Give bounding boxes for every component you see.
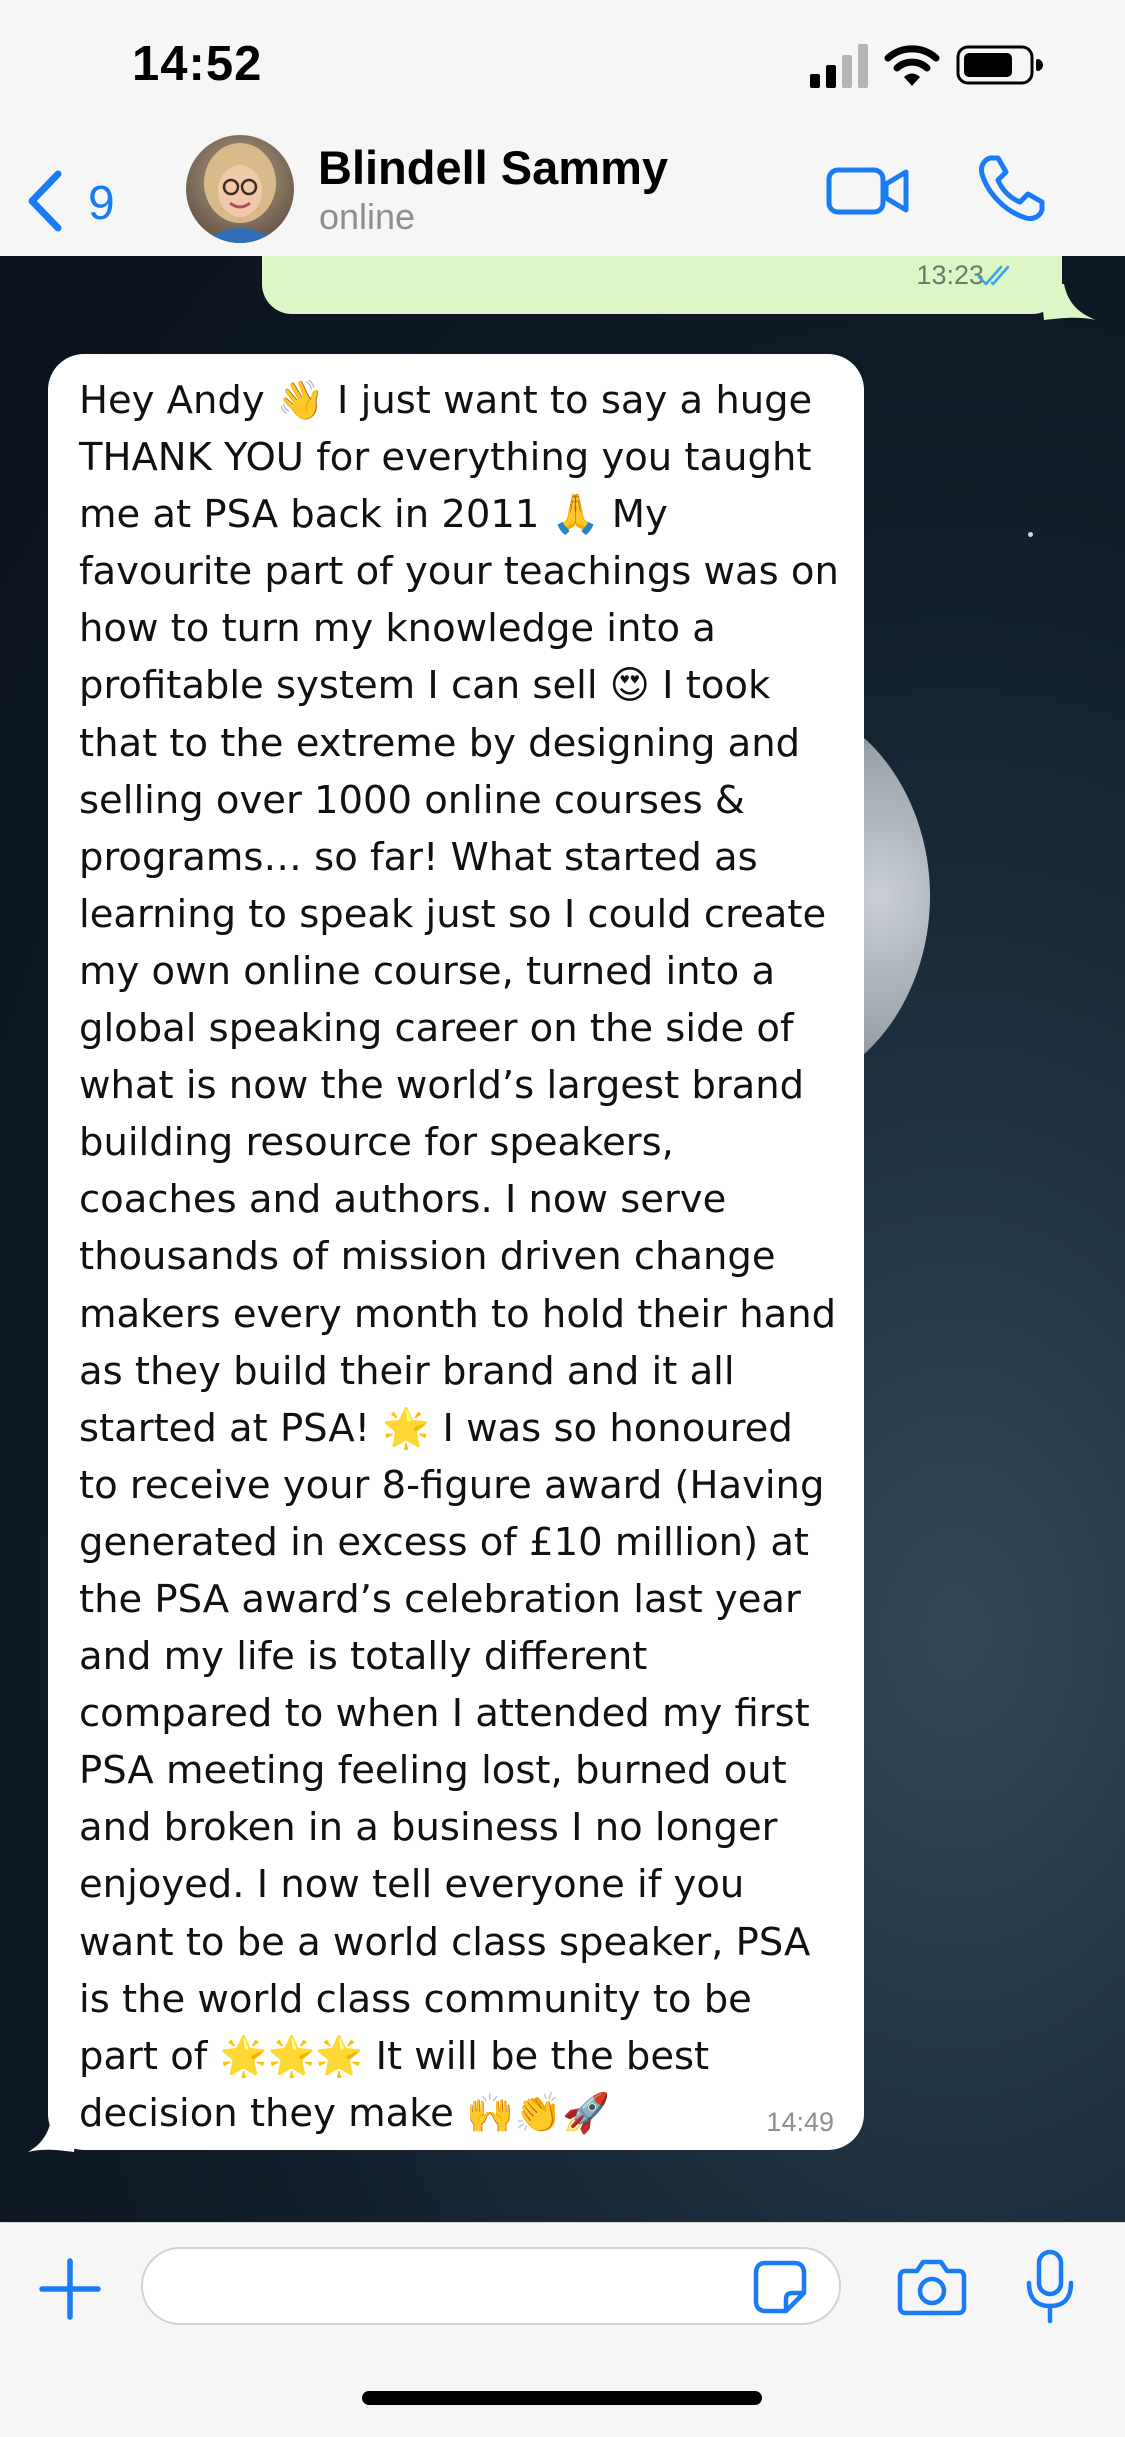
outgoing-message-bubble[interactable]: 13:23 <box>262 256 1062 314</box>
avatar[interactable] <box>186 135 294 243</box>
sticker-icon[interactable] <box>752 2259 808 2315</box>
phone-icon[interactable] <box>976 152 1048 224</box>
message-input[interactable] <box>141 2247 841 2325</box>
back-chevron-icon <box>28 170 62 232</box>
message-text: Hey Andy 👋 I just want to say a huge THA… <box>79 378 839 2136</box>
plus-icon[interactable] <box>38 2257 102 2321</box>
message-time: 13:23 <box>916 260 984 290</box>
chat-header: 9 Blindell Sammy online <box>0 130 1125 257</box>
battery-icon <box>956 45 1043 85</box>
input-bar <box>0 2222 1125 2437</box>
wifi-icon <box>884 45 940 86</box>
unread-count: 9 <box>88 177 115 230</box>
wallpaper-star <box>1028 532 1033 537</box>
contact-status: online <box>319 196 416 237</box>
back-button[interactable]: 9 <box>20 150 140 232</box>
chat-area[interactable]: 13:23 Hey Andy 👋 I just want to say a hu… <box>0 256 1125 2222</box>
message-time: 14:49 <box>766 2107 834 2137</box>
status-bar: 14:52 <box>0 0 1125 130</box>
microphone-icon[interactable] <box>1024 2249 1076 2325</box>
avatar-image <box>186 135 294 243</box>
signal-icon <box>810 44 868 88</box>
incoming-message-bubble[interactable]: Hey Andy 👋 I just want to say a huge THA… <box>48 354 864 2150</box>
status-time: 14:52 <box>132 37 263 91</box>
double-check-read-icon <box>977 265 1010 286</box>
video-camera-icon[interactable] <box>826 160 910 220</box>
contact-name[interactable]: Blindell Sammy <box>318 140 668 195</box>
home-indicator[interactable] <box>362 2391 762 2405</box>
camera-icon[interactable] <box>897 2257 967 2317</box>
